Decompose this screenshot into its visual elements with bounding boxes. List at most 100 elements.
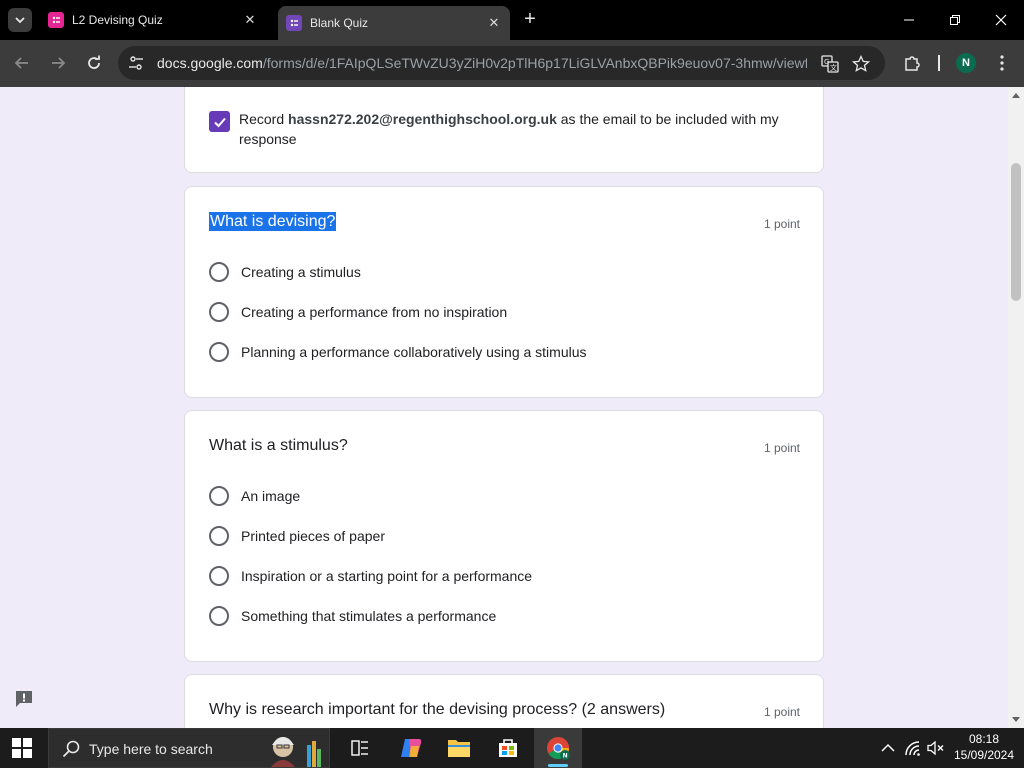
- question-title: What is devising?: [209, 212, 337, 231]
- forward-button[interactable]: [46, 51, 70, 75]
- option-label: Printed pieces of paper: [241, 528, 385, 544]
- forms-favicon-icon: [48, 12, 64, 28]
- chrome-menu-button[interactable]: [991, 52, 1013, 74]
- copilot-button[interactable]: [397, 734, 425, 762]
- clock-time: 08:18: [968, 732, 1000, 746]
- back-button[interactable]: [10, 51, 34, 75]
- tab-title: Blank Quiz: [310, 16, 369, 30]
- close-window-button[interactable]: [978, 6, 1024, 34]
- option-label: Planning a performance collaboratively u…: [241, 344, 587, 360]
- system-clock[interactable]: 08:18 15/09/2024: [950, 731, 1018, 763]
- form-viewport[interactable]: Record hassn272.202@regenthighschool.org…: [0, 87, 1024, 728]
- svg-text:文: 文: [830, 63, 837, 72]
- scroll-down-arrow-icon[interactable]: [1012, 717, 1020, 722]
- email-record-label: Record hassn272.202@regenthighschool.org…: [239, 109, 799, 149]
- radio-option[interactable]: Something that stimulates a performance: [209, 604, 496, 628]
- translate-icon: G文: [821, 55, 839, 73]
- network-button[interactable]: [904, 739, 922, 757]
- radio-option[interactable]: Planning a performance collaboratively u…: [209, 340, 587, 364]
- bookmark-button[interactable]: [851, 54, 871, 74]
- feedback-icon: [16, 691, 32, 707]
- svg-text:N: N: [563, 752, 568, 759]
- restore-button[interactable]: [932, 6, 978, 34]
- scroll-up-arrow-icon[interactable]: [1012, 93, 1020, 98]
- star-icon: [852, 55, 870, 72]
- radio-option[interactable]: Inspiration or a starting point for a pe…: [209, 564, 532, 588]
- folder-icon: [448, 740, 470, 757]
- url-path: /forms/d/e/1FAIpQLSeTWvZU3yZiH0v2pTlH6p1…: [262, 55, 807, 71]
- task-view-icon: [351, 740, 368, 756]
- more-vert-icon: [1000, 55, 1004, 71]
- task-view-button[interactable]: [346, 734, 374, 762]
- new-tab-button[interactable]: +: [519, 9, 541, 31]
- tab-search-button[interactable]: [8, 8, 32, 32]
- chrome-active-indicator: [548, 764, 568, 767]
- radio-option[interactable]: Creating a performance from no inspirati…: [209, 300, 507, 324]
- tab-l2-devising-quiz[interactable]: L2 Devising Quiz ✕: [40, 6, 266, 34]
- radio-option[interactable]: Printed pieces of paper: [209, 524, 385, 548]
- browser-toolbar: docs.google.com/forms/d/e/1FAIpQLSeTWvZU…: [0, 40, 1024, 87]
- chrome-taskbar-button[interactable]: N: [544, 734, 572, 762]
- tab-title: L2 Devising Quiz: [72, 13, 163, 27]
- radio-button[interactable]: [209, 262, 229, 282]
- radio-button[interactable]: [209, 302, 229, 322]
- chrome-icon: N: [547, 737, 570, 760]
- option-label: Creating a performance from no inspirati…: [241, 304, 508, 320]
- radio-button[interactable]: [209, 566, 229, 586]
- url-text: docs.google.com/forms/d/e/1FAIpQLSeTWvZU…: [157, 55, 807, 71]
- option-label: Creating a stimulus: [241, 264, 361, 280]
- radio-button[interactable]: [209, 606, 229, 626]
- reload-button[interactable]: [82, 51, 106, 75]
- page-scrollbar[interactable]: [1008, 87, 1024, 728]
- store-icon: [499, 739, 517, 757]
- restore-icon: [950, 15, 960, 25]
- radio-option[interactable]: Creating a stimulus: [209, 260, 361, 284]
- email-address: hassn272.202@regenthighschool.org.uk: [288, 111, 557, 127]
- email-card: Record hassn272.202@regenthighschool.org…: [184, 87, 824, 173]
- taskbar-search[interactable]: Type here to search: [48, 728, 330, 768]
- microsoft-store-button[interactable]: [494, 734, 522, 762]
- address-bar[interactable]: docs.google.com/forms/d/e/1FAIpQLSeTWvZU…: [118, 46, 885, 80]
- toolbar-divider: [938, 55, 940, 71]
- close-icon: [995, 14, 1007, 26]
- url-domain: docs.google.com: [157, 55, 263, 71]
- minimize-icon: [904, 19, 914, 21]
- question-card-2: What is a stimulus? 1 point An image Pri…: [184, 410, 824, 662]
- scrollbar-thumb[interactable]: [1011, 163, 1021, 301]
- clock-date: 15/09/2024: [953, 748, 1015, 762]
- site-info-icon[interactable]: [127, 54, 145, 72]
- question-title: Why is research important for the devisi…: [209, 701, 666, 718]
- radio-button[interactable]: [209, 342, 229, 362]
- question-title-text: What is devising?: [209, 212, 337, 231]
- wifi-icon: [905, 741, 920, 756]
- chevron-up-icon: [881, 743, 895, 752]
- close-tab-icon[interactable]: ✕: [486, 15, 502, 31]
- profile-avatar[interactable]: N: [956, 53, 976, 73]
- question-points: 1 point: [763, 217, 800, 231]
- extensions-button[interactable]: [901, 52, 923, 74]
- search-icon: [62, 740, 80, 758]
- question-card-3: Why is research important for the devisi…: [184, 674, 824, 728]
- question-points: 1 point: [763, 705, 800, 719]
- option-label: An image: [241, 488, 301, 504]
- check-icon: [213, 117, 226, 127]
- report-abuse-button[interactable]: [14, 689, 34, 709]
- radio-option[interactable]: An image: [209, 484, 300, 508]
- question-card-1: What is devising? 1 point Creating a sti…: [184, 186, 824, 398]
- reload-icon: [88, 55, 100, 69]
- close-tab-icon[interactable]: ✕: [242, 12, 258, 28]
- tab-bar: L2 Devising Quiz ✕ Blank Quiz ✕ +: [0, 0, 1024, 40]
- radio-button[interactable]: [209, 526, 229, 546]
- puzzle-piece-icon: [905, 56, 920, 71]
- radio-button[interactable]: [209, 486, 229, 506]
- translate-button[interactable]: G文: [820, 54, 840, 74]
- windows-taskbar: Type here to search N 08:18 15/09/2024: [0, 728, 1024, 768]
- tab-blank-quiz[interactable]: Blank Quiz ✕: [278, 6, 510, 40]
- volume-button[interactable]: [927, 739, 945, 757]
- option-label: Something that stimulates a performance: [241, 608, 497, 624]
- file-explorer-button[interactable]: [445, 734, 473, 762]
- windows-start-icon[interactable]: [12, 738, 32, 758]
- email-record-checkbox[interactable]: [209, 111, 230, 132]
- show-hidden-icons-button[interactable]: [879, 739, 897, 757]
- minimize-button[interactable]: [886, 6, 932, 34]
